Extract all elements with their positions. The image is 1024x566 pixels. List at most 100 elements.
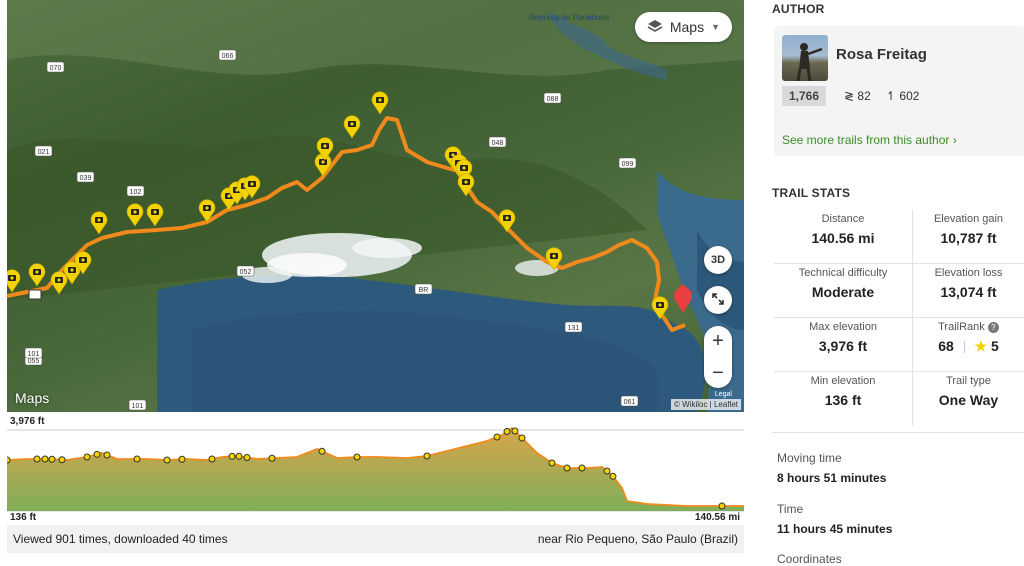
- trails-icon: ≷: [844, 89, 855, 103]
- camera-marker-icon[interactable]: [371, 91, 389, 115]
- elevation-waypoint[interactable]: [83, 453, 91, 461]
- chevron-down-icon: ▼: [711, 22, 720, 32]
- elevation-waypoint[interactable]: [103, 451, 111, 459]
- zoom-out-button[interactable]: −: [712, 360, 724, 386]
- map-terrain: Represa de Paraibuna 070 066 021 039 102 052 0…: [7, 0, 744, 412]
- elevation-waypoint[interactable]: [41, 455, 49, 463]
- fullscreen-button[interactable]: [704, 286, 732, 314]
- elevation-distance-label: 140.56 mi: [694, 512, 740, 523]
- layers-icon: [647, 19, 663, 36]
- road-shield: BR: [414, 283, 433, 295]
- stat-elevation-gain: Elevation gain 10,787 ft: [912, 210, 1024, 263]
- road-shield: 099: [618, 157, 637, 169]
- road-shield: 102: [126, 185, 145, 197]
- zoom-control: + −: [704, 326, 732, 388]
- elevation-waypoint[interactable]: [58, 456, 66, 464]
- elevation-profile[interactable]: 3,976 ft 136 ft 140.56 mi: [7, 413, 744, 525]
- elevation-waypoint[interactable]: [228, 452, 236, 460]
- place-label: Represa de Paraibuna: [529, 13, 610, 22]
- trail-sidebar: AUTHOR Rosa Freitag 1,766 ≷ 82 ↿ 602 See…: [772, 0, 1024, 566]
- author-trails: ≷ 82: [844, 89, 871, 103]
- elevation-chart: [7, 426, 744, 512]
- trail-map[interactable]: Represa de Paraibuna 070 066 021 039 102 052 0…: [7, 0, 744, 412]
- elevation-waypoint[interactable]: [578, 464, 586, 472]
- elevation-waypoint[interactable]: [511, 427, 519, 435]
- elevation-waypoint[interactable]: [178, 455, 186, 463]
- road-shield: 101: [128, 399, 147, 411]
- elevation-waypoint[interactable]: [318, 447, 326, 455]
- svg-text:021: 021: [38, 149, 50, 156]
- elevation-waypoint[interactable]: [603, 467, 611, 475]
- stat-trailrank: TrailRank ? 68 ★ 5: [912, 318, 1024, 371]
- coordinates: Coordinates: [777, 552, 842, 566]
- svg-text:131: 131: [568, 325, 580, 332]
- map-layer-button[interactable]: Maps ▼: [634, 12, 732, 42]
- svg-text:BR: BR: [419, 287, 429, 294]
- author-card: Rosa Freitag 1,766 ≷ 82 ↿ 602 See more t…: [774, 26, 1024, 156]
- author-name[interactable]: Rosa Freitag: [836, 46, 927, 63]
- svg-text:101: 101: [28, 351, 40, 358]
- svg-text:061: 061: [624, 399, 636, 406]
- road-shield: 101: [24, 347, 43, 359]
- svg-text:088: 088: [547, 96, 559, 103]
- svg-text:055: 055: [28, 358, 40, 365]
- map-layer-label: Maps: [669, 19, 705, 35]
- stat-trail-type: Trail type One Way: [912, 372, 1024, 426]
- author-section-title: AUTHOR: [772, 2, 825, 16]
- elevation-waypoint[interactable]: [718, 502, 726, 510]
- elevation-min-label: 136 ft: [10, 512, 37, 523]
- help-icon[interactable]: ?: [987, 322, 999, 333]
- elevation-waypoint[interactable]: [518, 434, 526, 442]
- elevation-waypoint[interactable]: [609, 472, 617, 480]
- road-shield: 070: [46, 61, 65, 73]
- elevation-waypoint[interactable]: [163, 456, 171, 464]
- elevation-waypoint[interactable]: [548, 459, 556, 467]
- trail-stats-grid: Distance 140.56 mi Elevation gain 10,787…: [774, 210, 1024, 426]
- total-time: Time 11 hours 45 minutes: [777, 502, 893, 536]
- elevation-waypoint[interactable]: [235, 452, 243, 460]
- trail-footer: Viewed 901 times, downloaded 40 times ne…: [7, 525, 744, 553]
- elevation-waypoint[interactable]: [493, 433, 501, 441]
- elevation-waypoint[interactable]: [268, 454, 276, 462]
- stats-row: Max elevation 3,976 ft TrailRank ? 68 ★ …: [774, 318, 1024, 372]
- avatar[interactable]: [782, 35, 828, 81]
- more-trails-link[interactable]: See more trails from this author ›: [782, 133, 957, 147]
- stat-elevation-loss: Elevation loss 13,074 ft: [912, 264, 1024, 317]
- svg-text:099: 099: [622, 161, 634, 168]
- road-shield: 021: [34, 145, 53, 157]
- star-icon: ★: [974, 338, 988, 354]
- elevation-waypoint[interactable]: [423, 452, 431, 460]
- elevation-waypoint[interactable]: [208, 455, 216, 463]
- stats-row: Distance 140.56 mi Elevation gain 10,787…: [774, 210, 1024, 264]
- elevation-waypoint[interactable]: [48, 455, 56, 463]
- elevation-waypoint[interactable]: [563, 464, 571, 472]
- stats-row: Technical difficulty Moderate Elevation …: [774, 264, 1024, 318]
- camera-marker-icon[interactable]: [343, 115, 361, 139]
- elevation-waypoint[interactable]: [243, 454, 251, 461]
- start-marker-icon[interactable]: [28, 289, 42, 300]
- legal-link[interactable]: Legal: [715, 391, 732, 398]
- elevation-waypoint[interactable]: [33, 455, 41, 463]
- trail-stats-title: TRAIL STATS: [772, 186, 851, 200]
- maps-brand-logo: Maps: [15, 390, 50, 406]
- elevation-waypoint[interactable]: [7, 456, 11, 464]
- divider: [772, 432, 1024, 433]
- road-shield: 052: [236, 265, 255, 277]
- map-attribution[interactable]: © Wikiloc | Leaflet: [671, 399, 741, 410]
- road-shield: 048: [488, 136, 507, 148]
- zoom-in-button[interactable]: +: [712, 328, 724, 354]
- elevation-waypoint[interactable]: [503, 428, 511, 435]
- elevation-waypoint[interactable]: [353, 453, 361, 461]
- elevation-waypoint[interactable]: [133, 455, 141, 463]
- road-shield: 066: [218, 49, 237, 61]
- stat-max-elevation: Max elevation 3,976 ft: [809, 321, 877, 354]
- road-shield: 088: [543, 92, 562, 104]
- view-3d-button[interactable]: 3D: [704, 246, 732, 274]
- view-count: Viewed 901 times, downloaded 40 times: [13, 532, 228, 546]
- svg-text:048: 048: [492, 140, 504, 147]
- trail-location: near Rio Pequeno, São Paulo (Brazil): [537, 532, 738, 546]
- elevation-waypoint[interactable]: [93, 450, 101, 458]
- expand-icon: [711, 292, 725, 309]
- stats-row: Min elevation 136 ft Trail type One Way: [774, 372, 1024, 426]
- author-rank-badge: 1,766: [782, 86, 826, 106]
